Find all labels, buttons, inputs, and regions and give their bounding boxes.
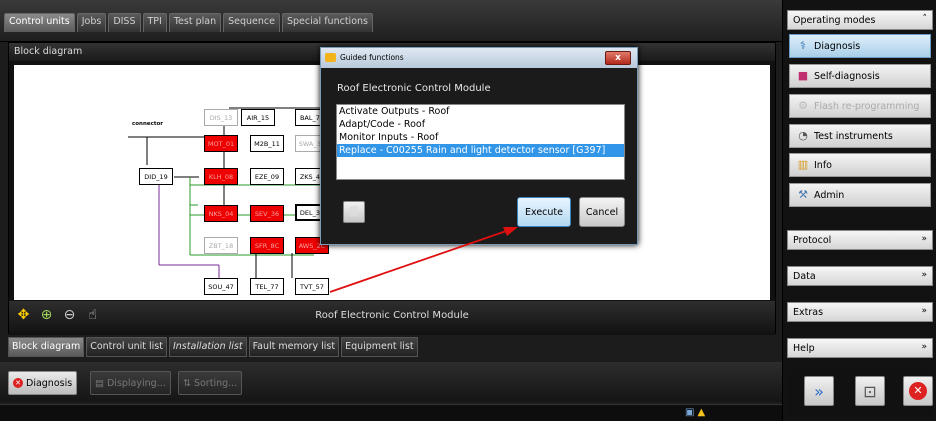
displaying-button-label: Displaying... [106, 377, 166, 389]
mode-info[interactable]: ▥ Info [789, 153, 931, 177]
status-bar: ▣ ▲ [0, 404, 782, 421]
function-option[interactable]: Adapt/Code - Roof [337, 118, 624, 131]
expand-icon: » [921, 270, 927, 280]
protocol-header[interactable]: Protocol » [787, 230, 933, 250]
module-sfr-8c[interactable]: SFR_8C [250, 237, 284, 254]
tab-fault-memory-list[interactable]: Fault memory list [248, 337, 340, 357]
module-eze-09[interactable]: EZE_09 [250, 168, 284, 185]
forward-icon[interactable]: » [804, 376, 834, 406]
mode-diagnosis[interactable]: ⚕ Diagnosis [789, 34, 931, 58]
top-tab-bar: Control units Jobs DISS TPI Test plan Se… [0, 0, 782, 42]
tab-installation-list[interactable]: Installation list [168, 337, 247, 357]
mode-info-label: Info [814, 159, 832, 171]
tab-equipment-list[interactable]: Equipment list [341, 337, 418, 357]
operating-modes-header[interactable]: Operating modes ˄ [787, 10, 933, 30]
mode-test-instruments[interactable]: ◔ Test instruments [789, 124, 931, 148]
right-sidebar: Operating modes ˄ ⚕ Diagnosis ■ Self-dia… [782, 0, 936, 421]
data-label: Data [793, 271, 816, 282]
gauge-icon: ◔ [798, 129, 808, 142]
operating-modes-label: Operating modes [793, 15, 876, 26]
app-window: Control units Jobs DISS TPI Test plan Se… [0, 0, 936, 421]
tab-diss[interactable]: DISS [108, 13, 141, 32]
diagnosis-button-label: Diagnosis [26, 377, 73, 389]
module-sev-36[interactable]: SEV_36 [250, 205, 284, 222]
mode-test-instruments-label: Test instruments [814, 130, 893, 142]
close-button[interactable]: x [605, 51, 631, 65]
mode-flash-reprogramming[interactable]: ⚙ Flash re-programming [789, 94, 931, 118]
connector-label: connector [132, 121, 163, 127]
tab-sequence[interactable]: Sequence [223, 13, 280, 32]
sidebar-actions: » ⊡ ✕ [787, 370, 933, 416]
module-dis-13[interactable]: DIS_13 [204, 109, 238, 126]
tab-test-plan[interactable]: Test plan [168, 13, 222, 32]
stethoscope-icon: ⚕ [800, 39, 806, 52]
expand-icon: » [921, 306, 927, 316]
diagram-title: Roof Electronic Control Module [315, 310, 469, 321]
bottom-button-bar: ✕ Diagnosis ▤ Displaying... ⇅ Sorting... [0, 362, 782, 402]
help-header[interactable]: Help » [787, 338, 933, 358]
expand-icon: » [921, 342, 927, 352]
module-mot-01[interactable]: MOT_01 [204, 135, 238, 152]
module-sou-47[interactable]: SOU_47 [204, 278, 238, 295]
module-tel-77[interactable]: TEL_77 [250, 278, 284, 295]
status-icons: ▣ ▲ [685, 407, 705, 418]
expand-icon: » [921, 234, 927, 244]
diagnosis-icon: ✕ [13, 378, 23, 388]
mode-admin-label: Admin [814, 189, 845, 201]
protocol-label: Protocol [793, 235, 832, 246]
function-option[interactable]: Activate Outputs - Roof [337, 105, 624, 118]
module-air-15[interactable]: AIR_15 [241, 109, 275, 126]
sorting-button-label: Sorting... [193, 377, 238, 389]
module-zbt-18[interactable]: ZBT_18 [204, 237, 238, 254]
fit-screen-icon[interactable]: ⊡ [855, 376, 885, 406]
displaying-button[interactable]: ▤ Displaying... [90, 371, 171, 395]
tab-tpi[interactable]: TPI [142, 13, 167, 32]
help-label: Help [793, 343, 815, 354]
admin-icon: ⚒ [798, 188, 808, 201]
exit-icon[interactable]: ✕ [903, 376, 933, 406]
car-icon: ■ [797, 69, 809, 82]
extras-header[interactable]: Extras » [787, 302, 933, 322]
sort-icon: ⇅ [183, 377, 191, 389]
books-icon: ▥ [797, 158, 809, 171]
module-klh-08[interactable]: KLH_08 [204, 168, 238, 185]
function-option[interactable]: Monitor Inputs - Roof [337, 131, 624, 144]
mode-diagnosis-label: Diagnosis [814, 40, 861, 52]
collapse-icon: ˄ [922, 14, 928, 24]
extras-label: Extras [793, 307, 824, 318]
module-nks-04[interactable]: NKS_04 [204, 205, 238, 222]
function-list: Activate Outputs - Roof Adapt/Code - Roo… [336, 104, 625, 180]
tab-block-diagram[interactable]: Block diagram [8, 337, 85, 357]
sorting-button[interactable]: ⇅ Sorting... [178, 371, 243, 395]
diagram-toolbar: ✥ ⊕ ⊖ ☝ Roof Electronic Control Module [9, 301, 775, 335]
mode-admin[interactable]: ⚒ Admin [789, 183, 931, 207]
mode-flash-label: Flash re-programming [814, 100, 920, 112]
top-tabs: Control units Jobs DISS TPI Test plan Se… [4, 13, 373, 32]
function-option-selected[interactable]: Replace - C00255 Rain and light detector… [337, 144, 624, 157]
data-header[interactable]: Data » [787, 266, 933, 286]
clipboard-icon[interactable]: ▣ [685, 407, 694, 418]
mode-self-diagnosis[interactable]: ■ Self-diagnosis [789, 64, 931, 88]
camera-icon[interactable]: ◙ [343, 201, 365, 223]
diagnosis-button[interactable]: ✕ Diagnosis [8, 371, 78, 395]
warning-icon[interactable]: ▲ [697, 407, 705, 418]
dialog-titlebar: Guided functions x [321, 48, 637, 68]
execute-button[interactable]: Execute [517, 197, 571, 227]
tab-jobs[interactable]: Jobs [76, 13, 107, 32]
module-tvt-57[interactable]: TVT_57 [295, 278, 329, 295]
mode-self-diagnosis-label: Self-diagnosis [814, 70, 880, 82]
module-did-19[interactable]: DID_19 [139, 168, 173, 185]
dialog-title: Guided functions [340, 53, 404, 62]
list-icon: ▤ [95, 377, 104, 389]
app-icon [325, 53, 336, 62]
tab-special-functions[interactable]: Special functions [281, 13, 373, 32]
view-tabs: Block diagram Control unit list Installa… [8, 337, 418, 359]
guided-functions-dialog: Guided functions x Roof Electronic Contr… [320, 47, 638, 245]
cancel-button[interactable]: Cancel [579, 197, 625, 227]
tab-control-units[interactable]: Control units [4, 13, 75, 32]
tab-control-unit-list[interactable]: Control unit list [86, 337, 167, 357]
dialog-heading: Roof Electronic Control Module [337, 83, 491, 94]
flash-icon: ⚙ [798, 99, 808, 112]
module-m2b-11[interactable]: M2B_11 [250, 135, 284, 152]
